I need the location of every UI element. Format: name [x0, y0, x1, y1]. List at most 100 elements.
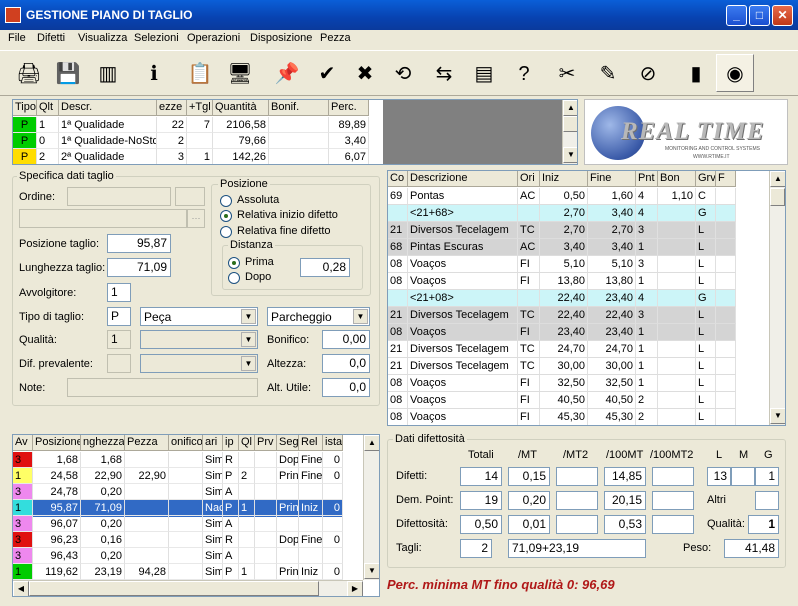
toolbar-button-check[interactable]: ✔	[308, 54, 346, 92]
peso-field[interactable]: 41,48	[724, 539, 779, 558]
table-row[interactable]: 21 Diversos Tecelagem TC 22,40 22,40 3 L	[388, 307, 736, 324]
toolbar-button-eraser[interactable]: ✎	[589, 54, 627, 92]
column-header[interactable]: Iniz	[540, 171, 588, 187]
table-row[interactable]: P 1 1ª Qualidade 22 7 2106,58 89,89	[13, 117, 369, 134]
table-row[interactable]: 1 119,62 23,19 94,28 Sim P 1 Prin Iniz 0	[13, 564, 343, 581]
column-header[interactable]: ista	[323, 435, 343, 451]
difetti-field[interactable]	[652, 467, 694, 486]
column-header[interactable]: Grv	[696, 171, 716, 187]
radio-posizione-2[interactable]	[220, 226, 232, 238]
table-row[interactable]: 3 96,23 0,16 Sim R Dop Fine 0	[13, 532, 343, 549]
distanza-input[interactable]: 0,28	[300, 258, 350, 277]
scroll-thumb[interactable]	[770, 188, 785, 206]
radio-distanza-0[interactable]	[228, 257, 240, 269]
toolbar-button-help[interactable]: ?	[505, 54, 543, 92]
table-row[interactable]: 21 Diversos Tecelagem TC 24,70 24,70 1 L	[388, 341, 736, 358]
menu-visualizza[interactable]: Visualizza	[78, 32, 127, 44]
dif-field[interactable]	[652, 515, 694, 534]
posizione-taglio-input[interactable]: 95,87	[107, 234, 171, 253]
toolbar-button-reload[interactable]: ⟲	[384, 54, 422, 92]
table-row[interactable]: 08 Voaços FI 23,40 23,40 1 L	[388, 324, 736, 341]
column-header[interactable]: Bon	[658, 171, 696, 187]
column-header[interactable]: Pezza	[125, 435, 169, 451]
table-row[interactable]: <21+08> 22,40 23,40 4 G	[388, 290, 736, 307]
table-row[interactable]: P 2 2ª Qualidade 3 1 142,26 6,07	[13, 149, 369, 164]
parcheggio-select[interactable]: Parcheggio ▼	[267, 307, 370, 326]
table-row[interactable]: 3 96,07 0,20 Sim A	[13, 516, 343, 533]
alt-utile-input[interactable]: 0,0	[322, 378, 370, 397]
toolbar-button-cancel[interactable]: ✖	[346, 54, 384, 92]
table-row[interactable]: 21 Diversos Tecelagem TC 30,00 30,00 1 L	[388, 358, 736, 375]
toolbar-button-scissors[interactable]: ✂	[548, 54, 586, 92]
dif-field[interactable]: 0,01	[508, 515, 550, 534]
toolbar-button-tape-roll[interactable]: ◉	[716, 54, 754, 92]
column-header[interactable]: ezze	[157, 100, 187, 116]
column-header[interactable]: nghezza	[81, 435, 125, 451]
difetti-field[interactable]: 14	[460, 467, 502, 486]
cut-table-vscrollbar[interactable]: ▲ ▼	[363, 435, 379, 580]
column-header[interactable]: Rel	[299, 435, 323, 451]
column-header[interactable]: Ori	[518, 171, 540, 187]
table-row[interactable]: 68 Pintas Escuras AC 3,40 3,40 1 L	[388, 239, 736, 256]
column-header[interactable]: Prv	[255, 435, 277, 451]
radio-posizione-1[interactable]	[220, 210, 232, 222]
column-header[interactable]: Tipo	[13, 100, 37, 116]
scroll-down-button[interactable]: ▼	[563, 147, 577, 163]
table-row[interactable]: <21+68> 2,70 3,40 4 G	[388, 205, 736, 222]
column-header[interactable]: Descrizione	[408, 171, 518, 187]
menu-difetti[interactable]: Difetti	[37, 32, 65, 44]
scroll-left-button[interactable]: ◀	[13, 581, 29, 596]
bonifico-input[interactable]: 0,00	[322, 330, 370, 349]
toolbar-button-document-hand[interactable]: 📋	[181, 54, 219, 92]
scroll-right-button[interactable]: ▶	[347, 581, 363, 596]
column-header[interactable]: Bonif.	[269, 100, 329, 116]
column-header[interactable]: Av	[13, 435, 33, 451]
column-header[interactable]: Quantità	[213, 100, 269, 116]
difetti-field[interactable]: 14,85	[604, 467, 646, 486]
close-button[interactable]: ✕	[772, 5, 793, 26]
table-row-selected[interactable]: 1 95,87 71,09 Nac P 1 Prin Iniz 0	[13, 500, 343, 517]
difetti-m-field[interactable]	[731, 467, 755, 486]
dem-field[interactable]: 0,20	[508, 491, 550, 510]
column-header[interactable]: Seg	[277, 435, 299, 451]
scroll-up-button[interactable]: ▲	[364, 435, 379, 451]
altri-field[interactable]	[755, 491, 779, 510]
column-header[interactable]: +Tgl	[187, 100, 213, 116]
dem-field[interactable]: 20,15	[604, 491, 646, 510]
column-header[interactable]: Fine	[588, 171, 636, 187]
chevron-down-icon[interactable]: ▼	[353, 309, 368, 324]
column-header[interactable]: ari	[203, 435, 223, 451]
toolbar-button-pushpin[interactable]: 📌	[268, 54, 306, 92]
table-row[interactable]: 08 Voaços FI 40,50 40,50 2 L	[388, 392, 736, 409]
column-header[interactable]: Perc.	[329, 100, 369, 116]
menu-operazioni[interactable]: Operazioni	[187, 32, 240, 44]
table-row[interactable]: 08 Voaços FI 13,80 13,80 1 L	[388, 273, 736, 290]
menu-file[interactable]: File	[8, 32, 26, 44]
scroll-thumb[interactable]	[563, 116, 577, 132]
dem-field[interactable]	[556, 491, 598, 510]
quality-table-scrollbar[interactable]: ▲ ▼	[562, 100, 577, 164]
scroll-down-button[interactable]: ▼	[364, 563, 379, 579]
column-header[interactable]: Posizione	[33, 435, 81, 451]
minimize-button[interactable]: _	[726, 5, 747, 26]
toolbar-button-arrows[interactable]: ⇆	[425, 54, 463, 92]
column-header[interactable]: onifico	[169, 435, 203, 451]
tipo-taglio-select[interactable]: Peça ▼	[140, 307, 258, 326]
radio-distanza-1[interactable]	[228, 272, 240, 284]
avvolgitore-input[interactable]: 1	[107, 283, 131, 302]
difetti-l-field[interactable]: 13	[707, 467, 731, 486]
difetti-g-field[interactable]: 1	[755, 467, 779, 486]
toolbar-button-printer[interactable]: 🖨	[10, 54, 48, 92]
toolbar-button-stack[interactable]: ▥	[89, 54, 127, 92]
altezza-input[interactable]: 0,0	[322, 354, 370, 373]
scroll-up-button[interactable]: ▲	[563, 100, 577, 116]
table-row[interactable]: P 0 1ª Qualidade-NoStd 2 79,66 3,40	[13, 133, 369, 150]
difetti-field[interactable]: 0,15	[508, 467, 550, 486]
cut-table-hscrollbar[interactable]: ◀ ▶	[13, 580, 363, 596]
table-row[interactable]: 1 24,58 22,90 22,90 Sim P 2 Prin Fine 0	[13, 468, 343, 485]
table-row[interactable]: 3 96,43 0,20 Sim A	[13, 548, 343, 565]
toolbar-button-bar-list[interactable]: ▤	[465, 54, 503, 92]
maximize-button[interactable]: □	[749, 5, 770, 26]
toolbar-button-roll[interactable]: ▮	[677, 54, 715, 92]
menu-pezza[interactable]: Pezza	[320, 32, 351, 44]
